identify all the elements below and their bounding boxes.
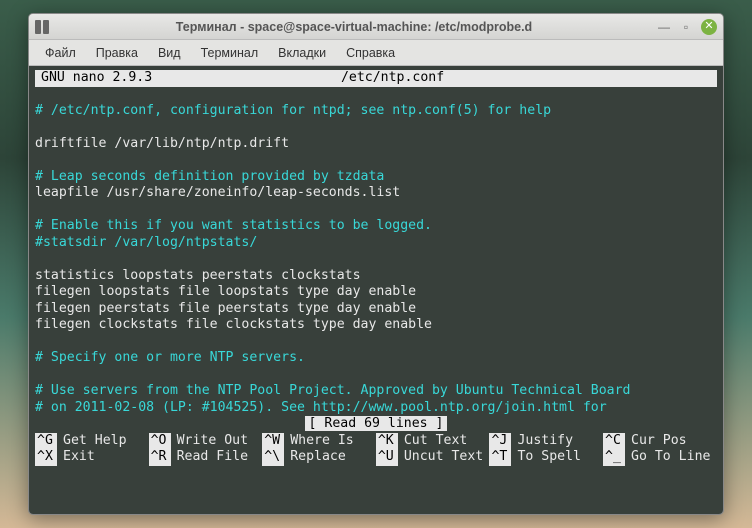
nano-header: GNU nano 2.9.3 /etc/ntp.conf [35, 70, 717, 87]
editor-line [35, 334, 717, 351]
maximize-button[interactable]: ▫ [679, 20, 693, 34]
shortcut-key: ^_ [603, 449, 625, 466]
shortcut-key: ^R [149, 449, 171, 466]
shortcut-key: ^C [603, 433, 625, 450]
shortcut-key: ^X [35, 449, 57, 466]
shortcut-key: ^O [149, 433, 171, 450]
editor-line [35, 367, 717, 384]
shortcut-label: Replace [284, 449, 346, 466]
nano-shortcut: ^CCur Pos [603, 433, 717, 450]
file-content: # /etc/ntp.conf, configuration for ntpd;… [35, 103, 717, 417]
editor-line: # Use servers from the NTP Pool Project.… [35, 383, 717, 400]
nano-shortcut: ^XExit [35, 449, 149, 466]
nano-shortcuts: ^GGet Help^OWrite Out^WWhere Is^KCut Tex… [35, 433, 717, 466]
editor-line [35, 202, 717, 219]
editor-line: statistics loopstats peerstats clockstat… [35, 268, 717, 285]
editor-line: # Leap seconds definition provided by tz… [35, 169, 717, 186]
menu-file[interactable]: Файл [37, 43, 84, 63]
editor-line: filegen peerstats file peerstats type da… [35, 301, 717, 318]
nano-version: GNU nano 2.9.3 [35, 70, 158, 87]
shortcut-label: Get Help [57, 433, 127, 450]
menu-terminal[interactable]: Терминал [193, 43, 267, 63]
shortcut-label: Write Out [171, 433, 248, 450]
shortcut-key: ^\ [262, 449, 284, 466]
shortcut-key: ^K [376, 433, 398, 450]
nano-shortcut: ^WWhere Is [262, 433, 376, 450]
editor-line: # /etc/ntp.conf, configuration for ntpd;… [35, 103, 717, 120]
editor-line: # Enable this if you want statistics to … [35, 218, 717, 235]
shortcut-label: Cur Pos [625, 433, 687, 450]
editor-line: driftfile /var/lib/ntp/ntp.drift [35, 136, 717, 153]
minimize-button[interactable]: — [657, 20, 671, 34]
window-controls: — ▫ ✕ [657, 19, 717, 35]
editor-line [35, 251, 717, 268]
editor-line [35, 119, 717, 136]
nano-shortcut: ^UUncut Text [376, 449, 490, 466]
nano-shortcut: ^TTo Spell [489, 449, 603, 466]
app-icon [35, 20, 51, 34]
nano-filename: /etc/ntp.conf [158, 70, 627, 87]
close-button[interactable]: ✕ [701, 19, 717, 35]
menu-tabs[interactable]: Вкладки [270, 43, 334, 63]
shortcut-label: To Spell [511, 449, 581, 466]
nano-shortcut: ^RRead File [149, 449, 263, 466]
nano-status-line: [ Read 69 lines ] [35, 416, 717, 433]
shortcut-label: Where Is [284, 433, 354, 450]
nano-read-status: [ Read 69 lines ] [305, 416, 448, 431]
editor-line: #statsdir /var/log/ntpstats/ [35, 235, 717, 252]
nano-shortcut: ^JJustify [489, 433, 603, 450]
editor-line [35, 152, 717, 169]
shortcut-key: ^T [489, 449, 511, 466]
nano-shortcut: ^KCut Text [376, 433, 490, 450]
editor-line: # on 2011-02-08 (LP: #104525). See http:… [35, 400, 717, 417]
menu-edit[interactable]: Правка [88, 43, 146, 63]
menu-help[interactable]: Справка [338, 43, 403, 63]
nano-shortcut: ^OWrite Out [149, 433, 263, 450]
nano-shortcut: ^_Go To Line [603, 449, 717, 466]
shortcut-key: ^W [262, 433, 284, 450]
shortcut-label: Exit [57, 449, 95, 466]
shortcut-label: Justify [511, 433, 573, 450]
window-title: Терминал - space@space-virtual-machine: … [51, 20, 657, 34]
shortcut-label: Read File [171, 449, 248, 466]
titlebar[interactable]: Терминал - space@space-virtual-machine: … [29, 14, 723, 40]
terminal-window: Терминал - space@space-virtual-machine: … [28, 13, 724, 515]
editor-line: filegen clockstats file clockstats type … [35, 317, 717, 334]
nano-shortcut: ^GGet Help [35, 433, 149, 450]
terminal-viewport[interactable]: GNU nano 2.9.3 /etc/ntp.conf # /etc/ntp.… [29, 66, 723, 514]
editor-line: filegen loopstats file loopstats type da… [35, 284, 717, 301]
menubar: Файл Правка Вид Терминал Вкладки Справка [29, 40, 723, 66]
shortcut-key: ^G [35, 433, 57, 450]
shortcut-label: Cut Text [398, 433, 468, 450]
nano-shortcut: ^\Replace [262, 449, 376, 466]
editor-line: # Specify one or more NTP servers. [35, 350, 717, 367]
menu-view[interactable]: Вид [150, 43, 189, 63]
shortcut-key: ^U [376, 449, 398, 466]
editor-line: leapfile /usr/share/zoneinfo/leap-second… [35, 185, 717, 202]
shortcut-key: ^J [489, 433, 511, 450]
shortcut-label: Uncut Text [398, 449, 483, 466]
shortcut-label: Go To Line [625, 449, 710, 466]
